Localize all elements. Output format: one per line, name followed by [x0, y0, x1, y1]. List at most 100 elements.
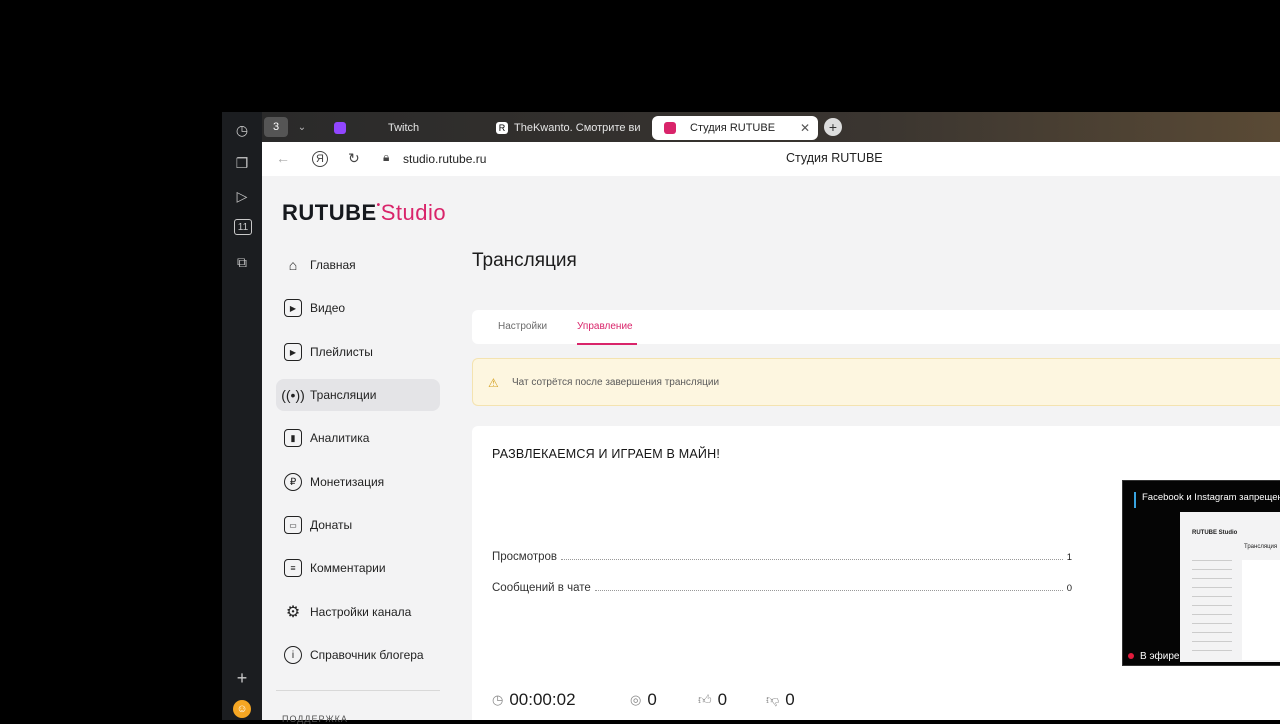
thumbs-down-icon: 👎︎	[766, 692, 780, 707]
tab-rutube-studio[interactable]: Студия RUTUBE ✕	[652, 116, 818, 140]
playlist-icon: ▶	[284, 343, 302, 361]
sidebar-item-label: Аналитика	[310, 431, 370, 445]
tab-title: TheKwanto. Смотрите ви	[514, 122, 641, 134]
mini-sidebar	[1192, 552, 1232, 652]
logo-brand: RUTUBE	[282, 200, 377, 225]
leader-dots	[561, 559, 1063, 560]
sidebar-item-channel-settings[interactable]: ⚙ Настройки канала	[276, 596, 440, 628]
stream-title: РАЗВЛЕКАЕМСЯ И ИГРАЕМ В МАЙН!	[492, 447, 720, 461]
live-badge: В эфире	[1124, 648, 1180, 664]
url-text[interactable]: studio.rutube.ru	[403, 152, 486, 166]
page-title: Трансляция	[472, 250, 577, 271]
warning-icon: ⚠	[488, 376, 499, 390]
twitch-icon	[334, 122, 346, 134]
duration-value: 00:00:02	[509, 690, 576, 709]
stat-row-chat-messages: Сообщений в чате 0	[492, 578, 1072, 594]
sidebar-item-playlists[interactable]: ▶ Плейлисты	[276, 336, 440, 368]
stat-row-views: Просмотров 1	[492, 547, 1072, 563]
wallet-icon: ▭	[284, 516, 302, 534]
tab-counter[interactable]: 3	[264, 117, 288, 137]
logo-product: Studio	[380, 200, 447, 225]
page-tabs: Настройки Управление	[472, 310, 1280, 344]
broadcast-icon: ((•))	[281, 387, 305, 403]
page-title-bar: Студия RUTUBE	[786, 151, 883, 165]
alert-text: Чат сотрётся после завершения трансляции	[512, 377, 720, 388]
leader-dots	[594, 590, 1063, 591]
likes-value: 0	[717, 690, 728, 709]
sidebar-item-label: Видео	[310, 301, 346, 315]
sidebar-item-broadcasts[interactable]: ((•)) Трансляции	[276, 379, 440, 411]
add-panel-icon[interactable]: +	[232, 668, 252, 688]
chevron-down-icon[interactable]: ⌄	[292, 118, 312, 136]
active-tab-underline	[577, 343, 637, 345]
clock-icon: ◷	[492, 692, 504, 707]
tab-twitch[interactable]: Twitch	[322, 116, 482, 140]
avatar[interactable]: ☺	[233, 700, 251, 718]
live-label: В эфире	[1140, 650, 1180, 662]
sidebar-item-label: Плейлисты	[310, 345, 373, 359]
stat-value: 0	[1066, 583, 1072, 594]
stream-viewers: ◎ 0	[630, 690, 657, 710]
home-icon: ⌂	[288, 257, 298, 273]
stream-likes: 👍︎ 0	[698, 690, 727, 710]
rutube-icon: R	[496, 122, 508, 134]
stat-label: Сообщений в чате	[492, 582, 591, 594]
mini-title: Трансляция	[1244, 544, 1278, 550]
history-icon[interactable]: ◷	[232, 120, 252, 140]
sidebar-item-label: Монетизация	[310, 475, 385, 489]
sidebar-item-donations[interactable]: ▭ Донаты	[276, 509, 440, 541]
viewers-value: 0	[647, 690, 657, 709]
sidebar-item-label: Главная	[310, 258, 356, 272]
rutube-studio-icon	[664, 122, 676, 134]
browser-side-panel: ◷ ❐ ▷ 11 ⧉ + ☺	[222, 112, 262, 720]
tab-title: Twitch	[388, 122, 420, 134]
sidebar-divider	[276, 690, 440, 691]
tab-management[interactable]: Управление	[577, 321, 633, 332]
yandex-icon[interactable]: Я	[312, 151, 328, 167]
preview-banner: Facebook и Instagram запрещены	[1134, 492, 1280, 508]
calendar-badge[interactable]: 11	[234, 219, 252, 235]
stat-value: 1	[1066, 552, 1072, 563]
mini-logo: RUTUBE Studio	[1192, 530, 1238, 536]
sidebar-item-home[interactable]: ⌂ Главная	[276, 249, 440, 281]
preview-screen-capture: RUTUBE Studio Трансляция	[1180, 512, 1280, 662]
sidebar-item-blogger-guide[interactable]: i Справочник блогера	[276, 639, 440, 671]
lock-icon: 🔒︎	[383, 150, 390, 164]
sidebar-item-analytics[interactable]: ▮ Аналитика	[276, 422, 440, 454]
tab-title: Студия RUTUBE	[690, 122, 776, 134]
close-icon[interactable]: ✕	[800, 121, 810, 135]
thumbs-up-icon: 👍︎	[698, 692, 712, 707]
sidebar-item-label: Настройки канала	[310, 605, 412, 619]
user-icon: ◎	[630, 692, 642, 707]
analytics-icon: ▮	[284, 429, 302, 447]
collections-icon[interactable]: ❐	[232, 153, 252, 173]
reload-icon[interactable]: ↻	[348, 150, 360, 167]
stream-duration: ◷ 00:00:02	[492, 690, 576, 710]
sidebar-item-label: Трансляции	[310, 388, 377, 402]
mini-card	[1242, 560, 1280, 660]
sidebar-item-comments[interactable]: ≡ Комментарии	[276, 552, 440, 584]
tab-thekwanto[interactable]: R TheKwanto. Смотрите ви	[484, 116, 644, 140]
new-tab-button[interactable]: +	[824, 118, 842, 136]
sidebar-item-video[interactable]: ▶ Видео	[276, 292, 440, 324]
sidebar-item-label: Комментарии	[310, 561, 386, 575]
tab-settings[interactable]: Настройки	[498, 321, 547, 332]
sidebar-item-label: Справочник блогера	[310, 648, 424, 662]
live-dot-icon	[1128, 653, 1134, 659]
back-icon[interactable]: ←	[276, 150, 290, 166]
stream-dislikes: 👎︎ 0	[766, 690, 795, 710]
sidebar-item-label: Донаты	[310, 518, 353, 532]
stat-label: Просмотров	[492, 551, 558, 563]
support-heading: ПОДДЕРЖКА	[282, 714, 348, 724]
gear-icon: ⚙	[285, 604, 301, 621]
play-icon[interactable]: ▷	[232, 186, 252, 206]
info-icon: i	[284, 646, 302, 664]
address-bar: ← Я ↻ 🔒︎ studio.rutube.ru Студия RUTUBE	[262, 142, 1280, 177]
rutube-studio-logo[interactable]: RUTUBE•Studio	[282, 200, 446, 226]
screenshot-icon[interactable]: ⧉	[232, 252, 252, 272]
ruble-icon: ₽	[284, 473, 302, 491]
tab-bar: 3 ⌄ Twitch R TheKwanto. Смотрите ви Студ…	[262, 112, 1280, 142]
sidebar-item-monetization[interactable]: ₽ Монетизация	[276, 466, 440, 498]
video-icon: ▶	[284, 299, 302, 317]
comment-icon: ≡	[284, 559, 302, 577]
